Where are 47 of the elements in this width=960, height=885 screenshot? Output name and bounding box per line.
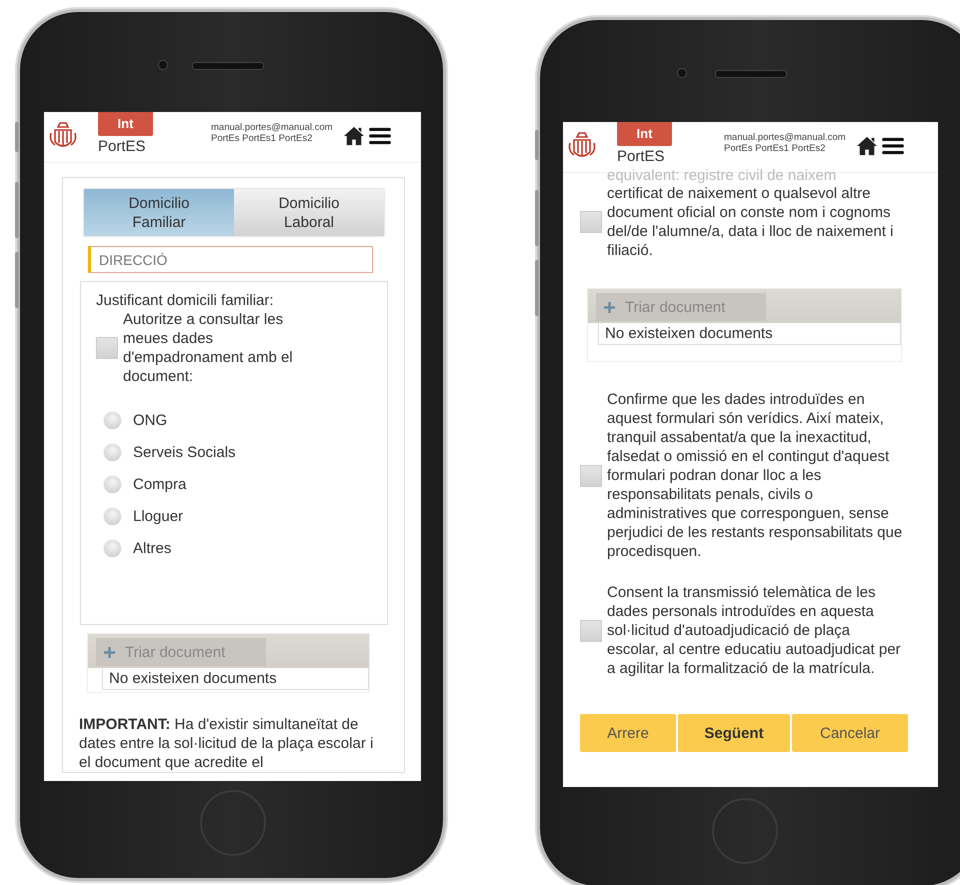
user-email: manual.portes@manual.com [211,122,333,133]
camera-icon [677,68,687,78]
user-profiles: PortEs PortEs1 PortEs2 [211,133,314,144]
address-input-field[interactable]: DIRECCIÓ [88,246,373,273]
important-notice: IMPORTANT: Ha d'existir simultaneïtat de dates entre la sol·licitud de la plaça escolar i el document que acredite el [79,715,374,772]
user-email: manual.portes@manual.com [724,132,846,143]
certificate-label: certificat de naixement o qualsevol altre document oficial on conste nom i cognoms del/de l'alumne/a, data i lloc de naixement i filiació. [607,184,894,260]
checkbox[interactable] [580,211,602,233]
radio-button[interactable] [104,412,121,429]
camera-icon [158,60,168,70]
address-tab[interactable]: Domicilio Laboral [234,189,384,236]
plus-icon [604,302,615,312]
checkbox[interactable] [580,464,602,486]
home-icon[interactable] [342,126,365,146]
option-label: Lloguer [133,508,184,525]
checkbox[interactable] [96,337,118,359]
option-label: Compra [133,476,186,493]
app-name: PortES [617,148,666,165]
declaration-label: Confirme que les dades introduïdes en aquest formulari són verídics. Així mateix, tranquil assabentat/a que la inexactitud, falsedat o omissió en el contingut d'aquest formulari podran donar lloc a les responsabilitats penals, civils o administratives que corresponguen, sense perjudici de les restants responsabilitats que procedisquen. [607,390,903,561]
option-label: Serveis Socials [133,444,236,461]
empty-documents-message: No existeixen documents [598,323,901,345]
plus-icon [104,646,115,658]
option-label: Altres [133,540,172,557]
empty-documents-message: No existeixen documents [102,668,369,690]
environment-badge: Int [617,122,672,146]
checkbox[interactable] [580,620,602,642]
address-tab[interactable]: Domicilio Familiar [84,189,234,236]
action-button[interactable]: Arrere [580,714,676,752]
scrolled-text: equivalent: registre civil de naixem [607,167,838,184]
radio-button[interactable] [104,540,121,557]
action-button[interactable]: Següent [678,714,790,752]
speaker-slot [192,62,264,70]
radio-button[interactable] [104,476,121,493]
radio-button[interactable] [104,444,121,461]
environment-badge: Int [98,112,153,136]
menu-icon[interactable] [368,127,391,145]
panel-title: Justificant domicili familiar: [96,291,275,310]
menu-icon[interactable] [882,137,904,155]
app-name: PortES [98,138,147,155]
radio-button[interactable] [104,508,121,525]
speaker-slot [715,70,787,78]
user-profiles: PortEs PortEs1 PortEs2 [724,143,826,154]
home-icon[interactable] [856,136,878,156]
declaration-label: Consent la transmissió telemàtica de les dades personals introduïdes en aquesta sol·licitud d'autoadjudicació de plaça escolar, al centre educatiu autoadjudicat per a agilitar la formalització de la matrícula. [607,583,902,678]
option-label: ONG [133,412,168,429]
consent-label: Autoritze a consultar les meues dades d'empadronament amb el document: [123,310,294,386]
action-button[interactable]: Cancelar [792,714,908,752]
